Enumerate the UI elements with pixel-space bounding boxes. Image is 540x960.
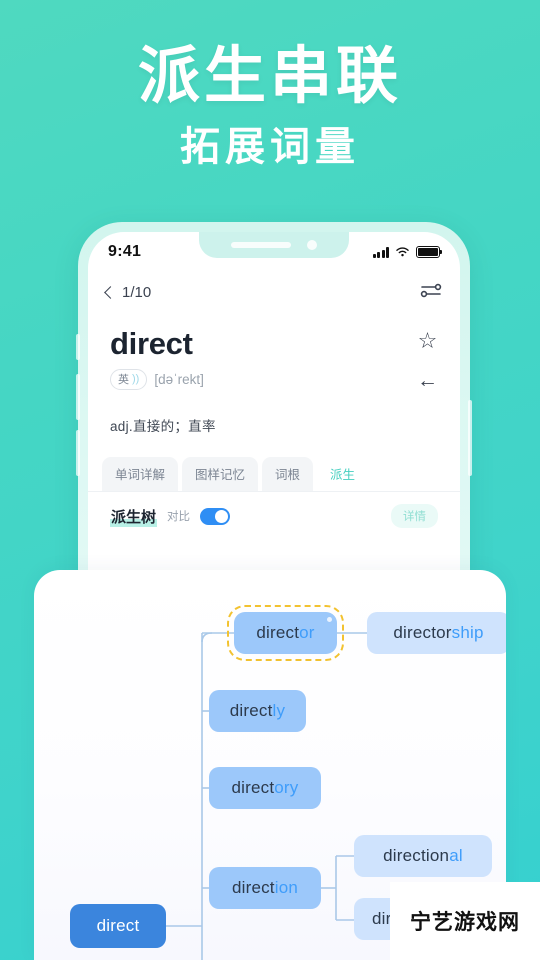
tab-image-memory[interactable]: 图样记忆 <box>182 457 259 491</box>
star-outline-icon[interactable]: ☆ <box>418 330 438 352</box>
promo-title: 派生串联 <box>137 42 402 111</box>
word-title: direct <box>110 326 193 361</box>
node-stem: direct <box>231 778 275 797</box>
back-button[interactable]: 1/10 <box>104 283 152 301</box>
phone-power-button <box>468 400 472 476</box>
node-stem: direct <box>231 878 275 897</box>
watermark-text: 宁艺游戏网 <box>410 911 520 934</box>
phonetic-text: [dəˈrekt] <box>154 372 204 387</box>
compare-label: 对比 <box>167 511 191 523</box>
tree-node-directorship[interactable]: director ship <box>367 612 506 654</box>
node-stem: direct <box>96 916 140 935</box>
tab-bar: 单词详解 图样记忆 词根 派生 <box>88 457 460 492</box>
status-bar-time: 9:41 <box>108 243 142 260</box>
page-counter: 1/10 <box>122 283 152 301</box>
wifi-icon <box>396 247 409 257</box>
status-bar-indicators <box>372 246 443 258</box>
status-bar: 9:41 <box>88 232 460 272</box>
battery-full-icon <box>416 246 443 258</box>
promo-banner: 派生串联 拓展词量 <box>0 42 540 169</box>
word-action-column: ☆ ← <box>417 326 438 392</box>
earpiece-speaker <box>231 242 291 248</box>
node-suffix: al <box>449 846 463 865</box>
node-suffix: ion <box>274 878 299 897</box>
pronunciation-row[interactable]: 英 )) [dəˈrekt] <box>110 369 417 390</box>
chevron-left-icon <box>104 285 117 299</box>
front-camera <box>307 240 317 250</box>
promo-subtitle: 拓展词量 <box>180 124 360 169</box>
tree-node-direction[interactable]: direct ion <box>209 867 321 909</box>
word-definition: adj.直接的；直率 <box>110 419 216 434</box>
node-stem: direction <box>383 846 450 865</box>
node-stem: direct <box>256 623 300 642</box>
phone-volume-down-button <box>76 430 80 476</box>
tree-node-directional[interactable]: direction al <box>354 835 492 877</box>
phone-silent-switch <box>76 334 80 360</box>
tab-root[interactable]: 词根 <box>262 457 314 491</box>
tree-node-director[interactable]: direct or <box>227 605 344 661</box>
node-suffix: ory <box>274 778 299 797</box>
accent-badge[interactable]: 英 )) <box>110 369 148 390</box>
node-stem: direct <box>229 701 273 720</box>
tab-word-detail[interactable]: 单词详解 <box>102 457 179 491</box>
toggle-knob <box>215 509 229 523</box>
word-detail-block: direct 英 )) [dəˈrekt] ☆ ← adj.直接的；直率 <box>88 312 460 435</box>
app-screenshot: 派生串联 拓展词量 9:41 1/10 direct 英)) [dəˈrekt… <box>0 0 540 960</box>
settings-button[interactable] <box>420 282 442 303</box>
arrow-left-icon[interactable]: ← <box>417 370 438 391</box>
phone-volume-up-button <box>76 374 80 420</box>
accent-label: 英 <box>118 374 129 386</box>
tree-node-directory[interactable]: direct ory <box>209 767 321 809</box>
node-stem: dir <box>372 909 392 928</box>
node-suffix: ly <box>272 701 286 720</box>
phone-notch <box>199 232 349 258</box>
derivation-subheader: 派生树 对比 详情 <box>88 492 460 540</box>
node-suffix: ship <box>451 623 484 642</box>
sliders-icon <box>420 283 442 297</box>
nav-bar: 1/10 <box>88 272 460 312</box>
node-suffix: or <box>299 623 315 642</box>
signal-bars-icon <box>372 246 389 258</box>
tab-derivation[interactable]: 派生 <box>317 457 369 491</box>
node-stem: director <box>393 623 452 642</box>
speaker-wave-icon: )) <box>132 373 140 385</box>
watermark: 宁艺游戏网 <box>390 882 540 960</box>
compare-toggle[interactable] <box>200 507 231 525</box>
detail-button[interactable]: 详情 <box>391 504 438 528</box>
derivation-tree-title: 派生树 <box>110 505 158 527</box>
tree-node-root-direct[interactable]: direct <box>70 904 166 948</box>
tree-node-directly[interactable]: direct ly <box>209 690 306 732</box>
